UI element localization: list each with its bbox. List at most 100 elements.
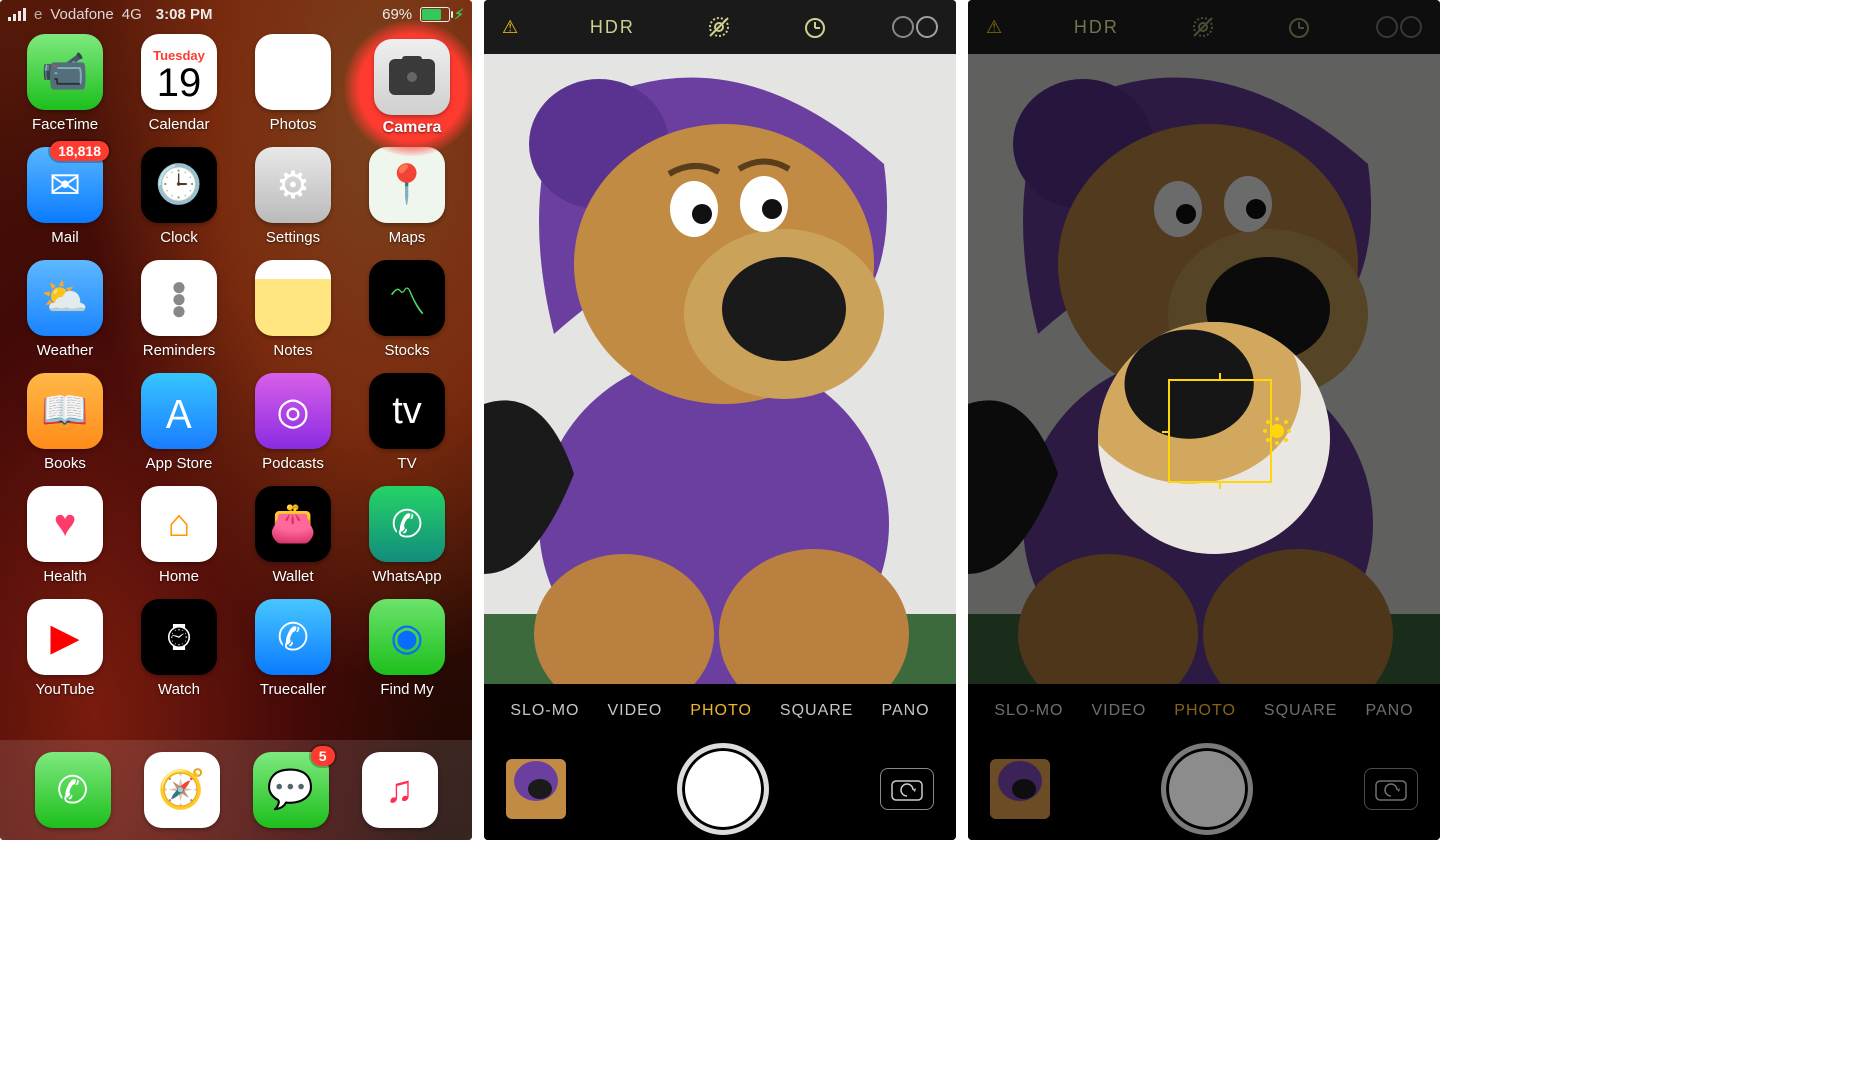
mail-badge: 18,818 [50, 141, 109, 161]
app-photos[interactable]: ✿ Photos [246, 34, 340, 133]
camera-bottom-bar [484, 738, 956, 840]
podcasts-icon: ◎ [276, 389, 309, 434]
app-books[interactable]: 📖 Books [18, 373, 112, 472]
app-podcasts[interactable]: ◎ Podcasts [246, 373, 340, 472]
live-photo-toggle[interactable] [1189, 13, 1217, 41]
iphone-home-screen: e Vodafone 4G 3:08 PM 69% ⚡︎ Camera 📹 Fa… [0, 0, 472, 840]
mode-slomo[interactable]: SLO-MO [994, 702, 1063, 720]
camera-mode-selector[interactable]: SLO-MO VIDEO PHOTO SQUARE PANO [968, 684, 1440, 738]
app-facetime[interactable]: 📹 FaceTime [18, 34, 112, 133]
app-clock[interactable]: 🕒 Clock [132, 147, 226, 246]
whatsapp-icon: ✆ [391, 502, 423, 547]
app-label-camera: Camera [383, 119, 442, 137]
charging-icon: ⚡︎ [454, 6, 464, 23]
app-label-whatsapp: WhatsApp [372, 568, 441, 585]
mode-photo[interactable]: PHOTO [690, 702, 752, 720]
app-findmy[interactable]: ◉ Find My [360, 599, 454, 698]
last-photo-thumbnail[interactable] [990, 759, 1050, 819]
app-label-reminders: Reminders [143, 342, 216, 359]
app-label-home: Home [159, 568, 199, 585]
app-home[interactable]: ⌂ Home [132, 486, 226, 585]
app-health[interactable]: ♥ Health [18, 486, 112, 585]
signal-bars-icon [8, 8, 26, 21]
app-wallet[interactable]: 👛 Wallet [246, 486, 340, 585]
hdr-toggle[interactable]: HDR [1074, 17, 1119, 38]
dock-safari[interactable]: 🧭 [144, 752, 220, 828]
camera-icon[interactable] [374, 39, 450, 115]
mode-pano[interactable]: PANO [881, 702, 929, 720]
app-maps[interactable]: 📍 Maps [360, 147, 454, 246]
shutter-button[interactable] [1161, 743, 1253, 835]
appstore-icon: Ａ [160, 384, 198, 439]
flip-camera-button[interactable] [1364, 768, 1418, 810]
home-icon: ⌂ [168, 503, 191, 546]
truecaller-icon: ✆ [277, 615, 309, 660]
app-weather[interactable]: ⛅ Weather [18, 260, 112, 359]
app-truecaller[interactable]: ✆ Truecaller [246, 599, 340, 698]
app-label-stocks: Stocks [384, 342, 429, 359]
timer-toggle[interactable] [1286, 14, 1312, 40]
weather-icon: ⛅ [41, 276, 88, 320]
mode-video[interactable]: VIDEO [607, 702, 662, 720]
dock-music[interactable]: ♫ [362, 752, 438, 828]
hdr-toggle[interactable]: HDR [590, 17, 635, 38]
mode-photo[interactable]: PHOTO [1174, 702, 1236, 720]
app-label-health: Health [43, 568, 86, 585]
camera-viewfinder[interactable] [968, 54, 1440, 684]
flash-warning-icon[interactable]: ⚠︎ [502, 17, 520, 38]
app-label-tv: TV [397, 455, 416, 472]
books-icon: 📖 [41, 389, 88, 433]
app-tv[interactable]: tv TV [360, 373, 454, 472]
shutter-button[interactable] [677, 743, 769, 835]
health-icon: ♥ [54, 503, 77, 546]
camera-mode-selector[interactable]: SLO-MO VIDEO PHOTO SQUARE PANO [484, 684, 956, 738]
safari-icon: 🧭 [158, 768, 205, 812]
app-reminders[interactable]: ●●● Reminders [132, 260, 226, 359]
app-notes[interactable]: Notes [246, 260, 340, 359]
viewfinder-content [484, 54, 956, 684]
watch-icon: ⌚︎ [160, 610, 198, 665]
mode-pano[interactable]: PANO [1365, 702, 1413, 720]
app-label-wallet: Wallet [272, 568, 313, 585]
camera-app-focus-lock: ⚠︎ HDR [968, 0, 1440, 840]
app-label-mail: Mail [51, 229, 79, 246]
flash-warning-icon[interactable]: ⚠︎ [986, 17, 1004, 38]
app-whatsapp[interactable]: ✆ WhatsApp [360, 486, 454, 585]
camera-app-default: ⚠︎ HDR [484, 0, 956, 840]
app-label-weather: Weather [37, 342, 93, 359]
app-mail[interactable]: ✉︎ 18,818 Mail [18, 147, 112, 246]
timer-toggle[interactable] [802, 14, 828, 40]
filters-toggle[interactable] [1382, 16, 1422, 38]
app-appstore[interactable]: Ａ App Store [132, 373, 226, 472]
app-label-clock: Clock [160, 229, 198, 246]
mode-video[interactable]: VIDEO [1091, 702, 1146, 720]
mode-square[interactable]: SQUARE [780, 702, 854, 720]
carrier-label: Vodafone [50, 6, 113, 23]
dock-phone[interactable]: ✆ [35, 752, 111, 828]
app-watch[interactable]: ⌚︎ Watch [132, 599, 226, 698]
app-label-calendar: Calendar [149, 116, 210, 133]
last-photo-thumbnail[interactable] [506, 759, 566, 819]
callout-camera-highlight: Camera [344, 20, 472, 156]
clock-time: 3:08 PM [156, 6, 213, 23]
dock-messages[interactable]: 💬 5 [253, 752, 329, 828]
focus-reticle [1168, 379, 1272, 483]
tv-icon: tv [392, 390, 422, 433]
exposure-sun-icon[interactable] [1270, 424, 1284, 438]
dock: ✆ 🧭 💬 5 ♫ [0, 740, 472, 840]
camera-viewfinder[interactable] [484, 54, 956, 684]
maps-icon: 📍 [383, 163, 430, 207]
filters-toggle[interactable] [898, 16, 938, 38]
app-settings[interactable]: ⚙︎ Settings [246, 147, 340, 246]
network-label: 4G [122, 6, 142, 23]
app-calendar[interactable]: Tuesday 19 Calendar [132, 34, 226, 133]
flip-camera-button[interactable] [880, 768, 934, 810]
live-photo-toggle[interactable] [705, 13, 733, 41]
app-stocks[interactable]: 〽︎ Stocks [360, 260, 454, 359]
app-label-findmy: Find My [380, 681, 433, 698]
app-youtube[interactable]: ▶ YouTube [18, 599, 112, 698]
mode-slomo[interactable]: SLO-MO [510, 702, 579, 720]
mode-square[interactable]: SQUARE [1264, 702, 1338, 720]
app-label-books: Books [44, 455, 86, 472]
app-label-appstore: App Store [146, 455, 213, 472]
